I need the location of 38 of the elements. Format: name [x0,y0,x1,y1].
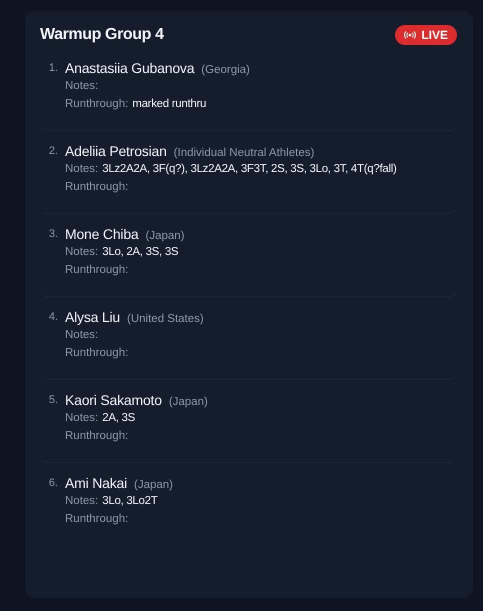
skater-country: (Georgia) [201,64,250,76]
skater-number: 3. [48,227,58,242]
notes-label: Notes: [65,79,98,94]
skater-country: (Japan) [168,396,208,408]
skater-name: Ami Nakai [65,475,127,491]
runthrough-label: Runthrough: [65,180,128,195]
notes-text: 2A, 3S [102,411,135,426]
runthrough-label: Runthrough: [65,512,128,527]
skater-number: 5. [48,393,58,408]
skater-country: (Japan) [146,230,184,242]
notes-text: 3Lz2A2A, 3F(q?), 3Lz2A2A, 3F3T, 2S, 3S, 3Lo, 3T, 4T(q?fall) [102,162,396,177]
skater-number: 6. [48,476,58,491]
skater-name: Anastasiia Gubanova [65,60,194,76]
group-title: Warmup Group 4 [40,26,164,44]
live-badge: LIVE [395,25,457,45]
runthrough-label: Runthrough: [65,263,128,278]
skater-name: Kaori Sakamoto [65,392,162,408]
broadcast-icon [404,31,416,39]
runthrough-label: Runthrough: [65,346,128,361]
skater-name: Alysa Liu [65,309,120,325]
notes-text: 3Lo, 2A, 3S, 3S [102,245,178,260]
runthrough-label: Runthrough: [65,429,128,444]
runthrough-label: Runthrough: [65,97,128,112]
notes-label: Notes: [65,328,98,343]
skater-number: 2. [48,144,58,159]
skater-name: Mone Chiba [65,226,138,242]
skater-number: 4. [48,310,58,325]
skater-country: (Japan) [134,479,173,491]
notes-label: Notes: [65,411,98,426]
runthrough-text: marked runthru [132,97,206,112]
skater-country: (United States) [127,313,204,325]
skater-number: 1. [48,61,58,76]
notes-label: Notes: [65,245,98,260]
notes-text: 3Lo, 3Lo2T [102,494,158,509]
notes-label: Notes: [65,494,98,509]
skater-name: Adeliia Petrosian [65,143,167,159]
skater-country: (Individual Neutral Athletes) [174,147,314,159]
notes-label: Notes: [65,162,98,177]
